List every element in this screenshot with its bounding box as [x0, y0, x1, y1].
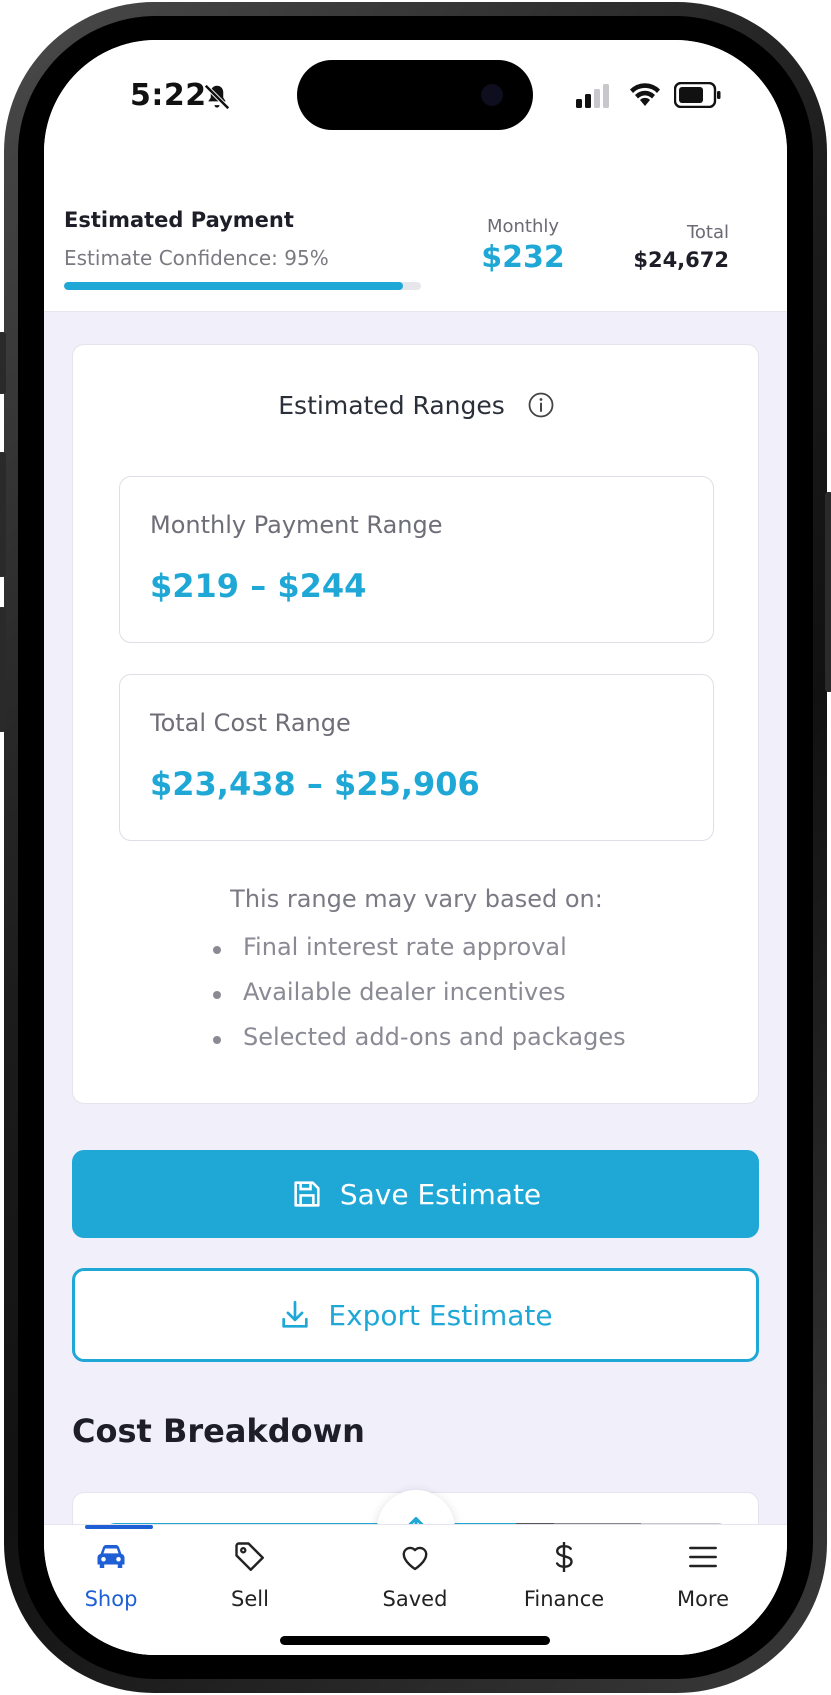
list-item: Available dealer incentives — [213, 978, 626, 1023]
nav-label-more: More — [676, 1587, 730, 1611]
total-range-value: $23,438 – $25,906 — [150, 765, 480, 803]
home-indicator — [280, 1636, 550, 1645]
volume-down-button — [0, 607, 6, 732]
status-bar: 5:22 — [44, 40, 787, 160]
estimate-confidence: Estimate Confidence: 95% — [64, 246, 329, 270]
nav-label-sell: Sell — [231, 1587, 269, 1611]
list-item: Final interest rate approval — [213, 933, 626, 978]
range-factors-list: Final interest rate approval Available d… — [213, 933, 626, 1068]
estimate-header: Estimated Payment Estimate Confidence: 9… — [44, 160, 787, 312]
ranges-card-title: Estimated Ranges — [73, 391, 760, 420]
total-label: Total — [686, 222, 729, 243]
monthly-range-label: Monthly Payment Range — [150, 511, 443, 539]
monthly-value: $232 — [481, 240, 565, 275]
nav-item-more[interactable]: More — [643, 1525, 763, 1625]
estimated-ranges-card: Estimated Ranges Monthly Payment Range $… — [72, 344, 759, 1104]
save-estimate-label: Save Estimate — [339, 1177, 542, 1211]
action-button — [0, 332, 6, 394]
nav-label-finance: Finance — [523, 1587, 605, 1611]
range-vary-intro: This range may vary based on: — [230, 885, 603, 913]
nav-item-sell[interactable]: Sell — [190, 1525, 310, 1625]
nav-item-shop[interactable]: Shop — [51, 1525, 171, 1625]
bell-slash-icon — [204, 84, 230, 110]
menu-icon — [689, 1546, 717, 1568]
list-item: Selected add-ons and packages — [213, 1023, 626, 1068]
ranges-card-title-text: Estimated Ranges — [278, 391, 505, 420]
export-estimate-button[interactable]: Export Estimate — [72, 1268, 759, 1362]
total-cost-range-box: Total Cost Range $23,438 – $25,906 — [119, 674, 714, 841]
tag-icon — [235, 1542, 264, 1571]
dynamic-island — [297, 60, 533, 130]
volume-up-button — [0, 452, 6, 577]
download-icon — [282, 1300, 309, 1328]
nav-item-saved[interactable]: Saved — [355, 1525, 475, 1625]
header-title: Estimated Payment — [64, 208, 294, 232]
battery-icon — [674, 82, 721, 108]
confidence-progress-bar — [64, 282, 421, 290]
save-icon — [294, 1181, 320, 1207]
power-button — [825, 492, 831, 692]
car-icon — [97, 1545, 125, 1568]
wifi-icon — [630, 83, 660, 106]
info-icon[interactable] — [527, 391, 555, 419]
monthly-label: Monthly — [486, 216, 560, 237]
total-range-label: Total Cost Range — [150, 709, 351, 737]
nav-active-indicator — [85, 1525, 153, 1529]
monthly-range-value: $219 – $244 — [150, 567, 367, 605]
confidence-progress-fill — [64, 282, 404, 290]
nav-item-finance[interactable]: Finance — [504, 1525, 624, 1625]
screen: 5:22 Estimated Payment Estimate Confiden… — [44, 40, 787, 1655]
dollar-icon — [555, 1542, 573, 1572]
cellular-signal-icon — [576, 84, 609, 108]
total-value: $24,672 — [633, 248, 729, 272]
export-estimate-label: Export Estimate — [328, 1298, 553, 1332]
nav-label-shop: Shop — [84, 1587, 138, 1611]
monthly-payment-range-box: Monthly Payment Range $219 – $244 — [119, 476, 714, 643]
nav-label-saved: Saved — [382, 1587, 448, 1611]
cost-breakdown-title: Cost Breakdown — [72, 1412, 365, 1450]
save-estimate-button[interactable]: Save Estimate — [72, 1150, 759, 1238]
heart-icon — [402, 1546, 428, 1571]
status-time: 5:22 — [130, 78, 207, 113]
camera-lens — [481, 84, 503, 106]
